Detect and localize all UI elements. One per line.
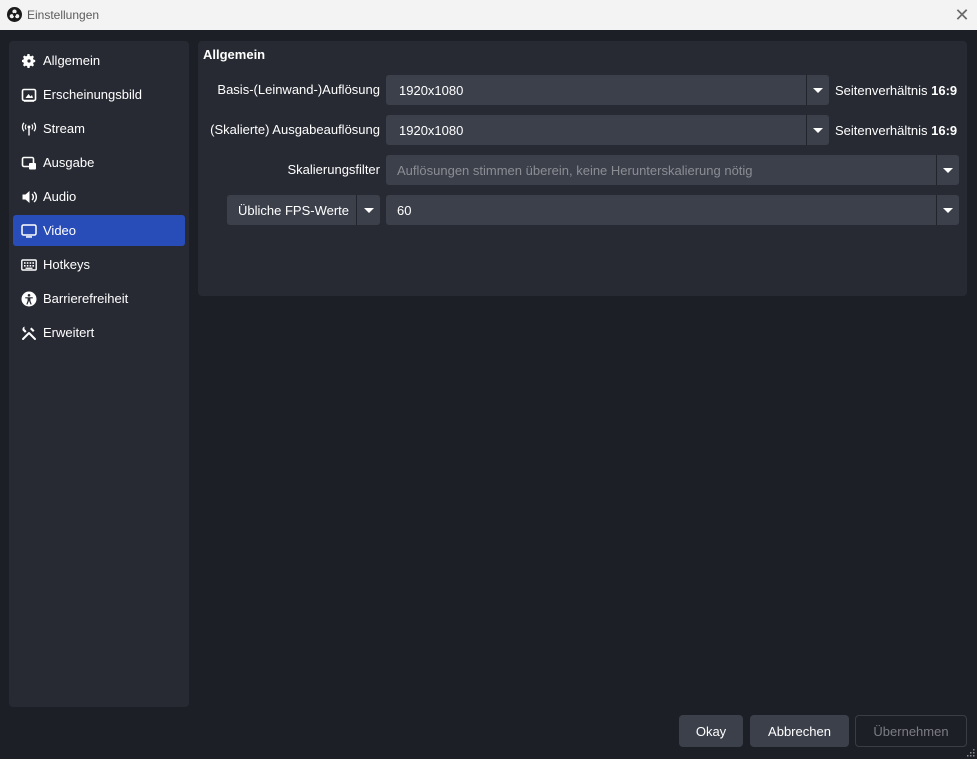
fps-value-combo[interactable]: 60 xyxy=(386,195,959,225)
sidebar-item-label: Ausgabe xyxy=(43,155,95,170)
base-resolution-combo[interactable]: 1920x1080 xyxy=(386,75,829,105)
okay-button[interactable]: Okay xyxy=(679,715,743,747)
video-settings-panel: Allgemein Basis-(Leinwand-)Auflösung 192… xyxy=(198,41,967,296)
chevron-down-icon[interactable] xyxy=(936,195,959,225)
title-bar: Einstellungen ✕ xyxy=(0,0,977,30)
output-resolution-value: 1920x1080 xyxy=(399,123,464,138)
sidebar-item-audio[interactable]: Audio xyxy=(13,181,185,212)
resize-grip-icon[interactable] xyxy=(967,749,975,757)
tools-icon xyxy=(22,326,36,340)
section-title: Allgemein xyxy=(203,47,266,62)
base-resolution-label: Basis-(Leinwand-)Auflösung xyxy=(217,82,380,97)
output-icon xyxy=(21,156,36,170)
sidebar-item-label: Audio xyxy=(43,189,77,204)
fps-type-combo[interactable]: Übliche FPS-Werte xyxy=(227,195,380,225)
sidebar-item-label: Erweitert xyxy=(43,325,95,340)
fps-type-value: Übliche FPS-Werte xyxy=(238,203,350,218)
sidebar-item-erscheinungsbild[interactable]: Erscheinungsbild xyxy=(13,79,185,110)
sidebar-item-video[interactable]: Video xyxy=(13,215,185,246)
scale-filter-combo[interactable]: Auflösungen stimmen überein, keine Herun… xyxy=(386,155,959,185)
output-resolution-combo[interactable]: 1920x1080 xyxy=(386,115,829,145)
sidebar-item-label: Stream xyxy=(43,121,85,136)
sidebar-item-label: Allgemein xyxy=(43,53,101,68)
window-title: Einstellungen xyxy=(27,8,100,22)
sidebar-item-label: Hotkeys xyxy=(43,257,90,272)
chevron-down-icon[interactable] xyxy=(806,75,829,105)
sidebar-item-label: Erscheinungsbild xyxy=(43,87,143,102)
appearance-icon xyxy=(21,88,37,102)
sidebar-item-stream[interactable]: Stream xyxy=(13,113,185,144)
monitor-icon xyxy=(21,224,37,238)
close-icon[interactable]: ✕ xyxy=(947,0,977,30)
output-resolution-label: (Skalierte) Ausgabeauflösung xyxy=(210,122,380,137)
chevron-down-icon[interactable] xyxy=(356,195,380,225)
sidebar-item-hotkeys[interactable]: Hotkeys xyxy=(13,249,185,280)
gear-icon xyxy=(22,54,36,68)
speaker-icon xyxy=(22,191,37,203)
scale-filter-value: Auflösungen stimmen überein, keine Herun… xyxy=(397,163,753,178)
output-aspect-ratio: Seitenverhältnis 16:9 xyxy=(835,123,958,138)
sidebar-item-erweitert[interactable]: Erweitert xyxy=(13,317,185,348)
sidebar-item-ausgabe[interactable]: Ausgabe xyxy=(13,147,185,178)
settings-sidebar: Allgemein Erscheinungsbild Stream Ausgab… xyxy=(9,41,189,707)
antenna-icon xyxy=(21,122,37,136)
apply-button[interactable]: Übernehmen xyxy=(855,715,967,747)
chevron-down-icon[interactable] xyxy=(806,115,829,145)
chevron-down-icon[interactable] xyxy=(936,155,959,185)
sidebar-item-label: Barrierefreiheit xyxy=(43,291,129,306)
base-resolution-value: 1920x1080 xyxy=(399,83,464,98)
sidebar-item-label: Video xyxy=(43,223,77,238)
base-aspect-ratio: Seitenverhältnis 16:9 xyxy=(835,83,958,98)
accessibility-icon xyxy=(21,291,37,307)
obs-logo-icon xyxy=(7,7,22,22)
scale-filter-label: Skalierungsfilter xyxy=(287,162,381,177)
sidebar-item-allgemein[interactable]: Allgemein xyxy=(13,45,185,76)
cancel-button[interactable]: Abbrechen xyxy=(750,715,849,747)
fps-value: 60 xyxy=(397,203,412,218)
keyboard-icon xyxy=(21,259,37,271)
sidebar-item-barrierefreiheit[interactable]: Barrierefreiheit xyxy=(13,283,185,314)
